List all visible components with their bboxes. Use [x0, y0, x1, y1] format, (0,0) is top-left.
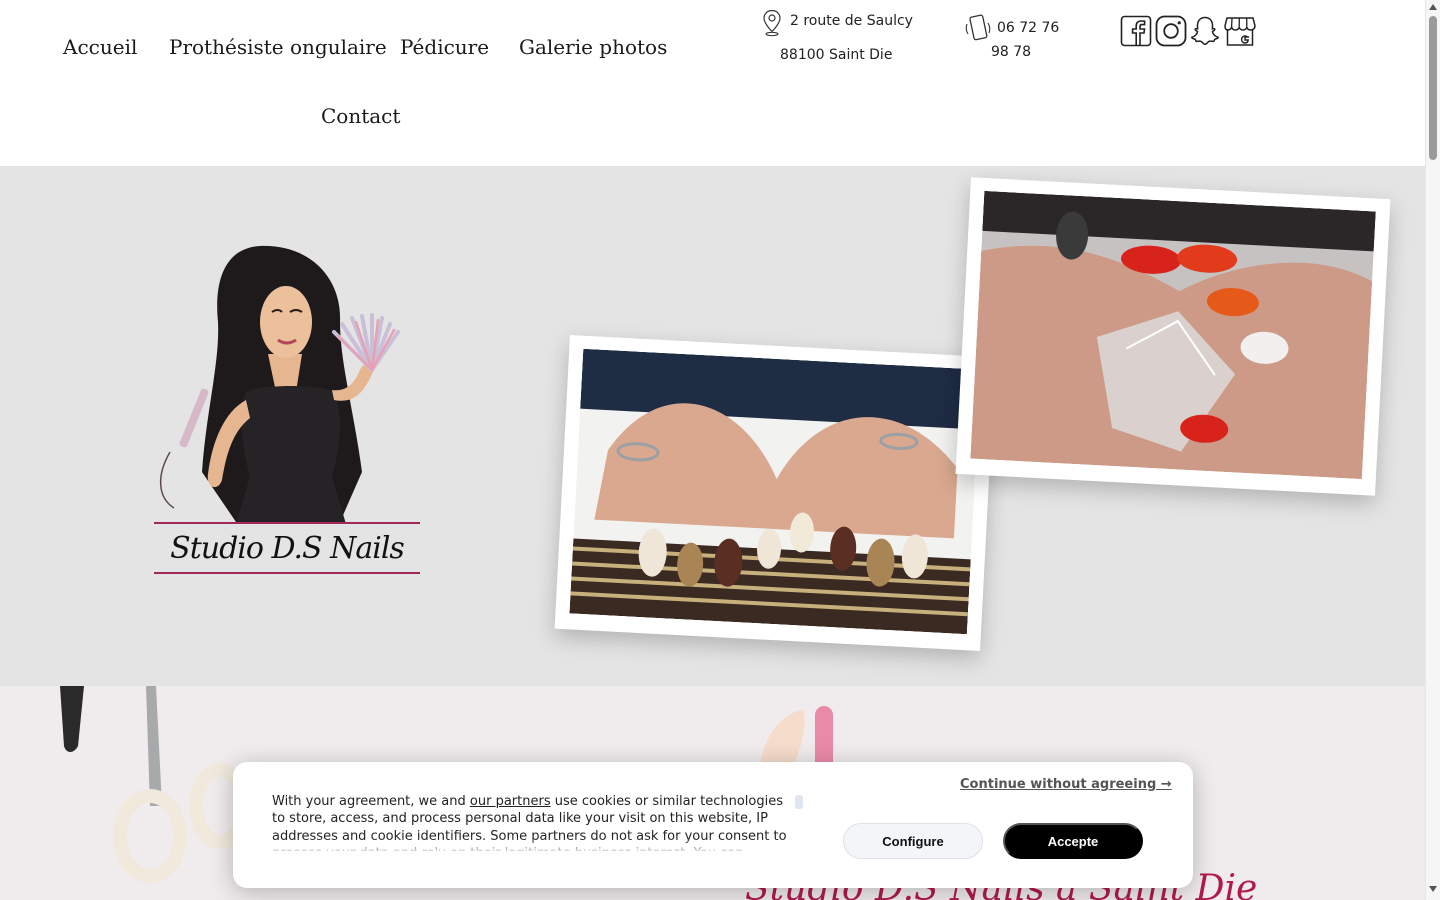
- phone-number-part2[interactable]: 98 78: [991, 44, 1031, 60]
- cookie-text-scrollbar[interactable]: [795, 795, 803, 809]
- hero-section: Studio D.S Nails: [0, 166, 1425, 686]
- scissors-image: [60, 686, 250, 883]
- logo-banner: Studio D.S Nails: [154, 522, 420, 574]
- logo-text: Studio D.S Nails: [170, 530, 405, 566]
- address-street: 2 route de Saulcy: [790, 13, 913, 29]
- page-scrollbar[interactable]: [1425, 0, 1440, 900]
- scrollbar-thumb[interactable]: [1429, 16, 1437, 160]
- address-city: 88100 Saint Die: [780, 47, 893, 63]
- nav-accueil[interactable]: Accueil: [63, 35, 137, 59]
- scroll-up-arrow-icon[interactable]: [1429, 4, 1437, 10]
- snapchat-icon[interactable]: [1189, 15, 1221, 47]
- map-pin-icon: [763, 9, 781, 37]
- nav-galerie-photos[interactable]: Galerie photos: [519, 35, 667, 59]
- cookie-consent-banner: With your agreement, we and our partners…: [233, 762, 1193, 888]
- nail-photo-hands-image: [569, 348, 981, 635]
- phone-icon[interactable]: [963, 14, 993, 44]
- nav-contact[interactable]: Contact: [321, 104, 400, 128]
- google-business-icon[interactable]: [1224, 15, 1256, 47]
- nail-photo-red-image: [970, 190, 1376, 480]
- instagram-icon[interactable]: [1155, 15, 1187, 47]
- cookie-text-fade: [272, 838, 792, 852]
- continue-without-agreeing-link[interactable]: Continue without agreeing →: [960, 777, 1172, 792]
- facebook-icon[interactable]: [1120, 15, 1152, 47]
- phone-number-part1[interactable]: 06 72 76: [997, 20, 1059, 36]
- site-header: Accueil Prothésiste ongulaire Pédicure G…: [0, 0, 1425, 166]
- configure-button[interactable]: Configure: [843, 823, 983, 859]
- logo-illustration: [159, 245, 400, 524]
- nail-photo-hands[interactable]: [554, 335, 996, 651]
- scroll-down-arrow-icon[interactable]: [1429, 886, 1437, 892]
- cookie-text-start: With your agreement, we and: [272, 794, 470, 809]
- accept-button[interactable]: Accepte: [1003, 823, 1143, 859]
- nail-photo-red[interactable]: [955, 177, 1391, 496]
- partners-link[interactable]: our partners: [470, 794, 551, 809]
- nav-prothesiste-ongulaire[interactable]: Prothésiste ongulaire: [169, 35, 387, 59]
- studio-logo: Studio D.S Nails: [150, 242, 425, 580]
- nav-pedicure[interactable]: Pédicure: [400, 35, 489, 59]
